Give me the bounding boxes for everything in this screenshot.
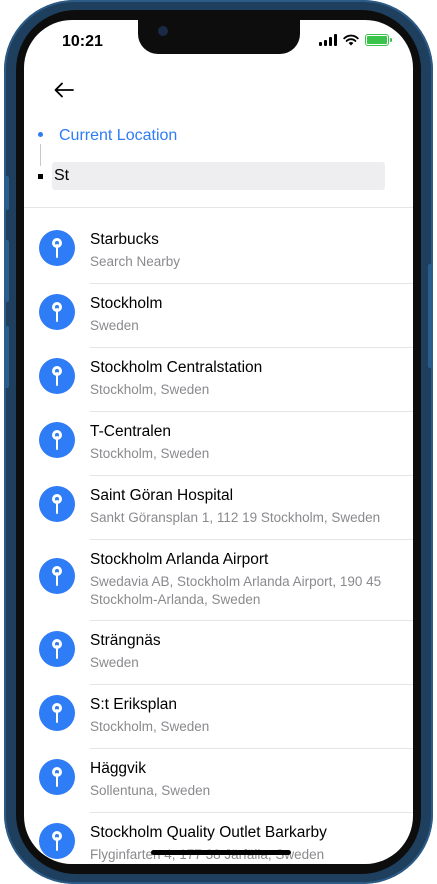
screen: 10:21 Current Location Starbucks S — [24, 20, 413, 864]
volume-up-button — [4, 240, 9, 302]
power-button — [428, 264, 433, 368]
front-camera — [158, 26, 168, 36]
location-pin-icon — [39, 695, 75, 731]
result-title: Stockholm — [90, 295, 163, 312]
result-subtitle: Sweden — [90, 318, 139, 333]
result-item-st-eriksplan[interactable]: S:t Eriksplan Stockholm, Sweden — [24, 685, 413, 749]
volume-down-button — [4, 326, 9, 388]
result-subtitle: Stockholm, Sweden — [90, 446, 210, 461]
location-pin-icon — [39, 230, 75, 266]
status-time: 10:21 — [62, 33, 103, 50]
result-subtitle: Swedavia AB, Stockholm Arlanda Airport, … — [90, 574, 382, 607]
origin-dot — [38, 132, 43, 137]
status-icons — [319, 34, 392, 46]
signal-icon — [319, 34, 337, 46]
result-title: Starbucks — [90, 231, 159, 248]
location-pin-icon — [39, 486, 75, 522]
result-title: Häggvik — [90, 760, 146, 777]
header-divider — [24, 207, 413, 208]
result-title: Stockholm Centralstation — [90, 359, 263, 376]
location-pin-icon — [39, 558, 75, 594]
result-title: Saint Göran Hospital — [90, 487, 234, 504]
location-pin-icon — [39, 422, 75, 458]
result-item-t-centralen[interactable]: T-Centralen Stockholm, Sweden — [24, 412, 413, 476]
result-item-quality-outlet-barkarby[interactable]: Stockholm Quality Outlet Barkarby Flygin… — [24, 813, 413, 864]
arrow-left-icon — [54, 82, 74, 98]
location-pin-icon — [39, 759, 75, 795]
location-pin-icon — [39, 823, 75, 859]
silent-switch — [4, 176, 9, 210]
result-subtitle: Stockholm, Sweden — [90, 719, 210, 734]
result-title: S:t Eriksplan — [90, 696, 178, 713]
result-title: Stockholm Quality Outlet Barkarby — [90, 824, 327, 841]
result-item-stockholm[interactable]: Stockholm Sweden — [24, 284, 413, 348]
battery-icon — [365, 34, 392, 46]
result-item-saint-goran-hospital[interactable]: Saint Göran Hospital Sankt Göransplan 1,… — [24, 476, 413, 540]
back-button[interactable] — [52, 78, 76, 102]
result-title: T-Centralen — [90, 423, 171, 440]
result-item-haggvik[interactable]: Häggvik Sollentuna, Sweden — [24, 749, 413, 813]
result-title: Stockholm Arlanda Airport — [90, 551, 269, 568]
result-title: Strängnäs — [90, 632, 161, 649]
result-subtitle: Sweden — [90, 655, 139, 670]
result-item-arlanda-airport[interactable]: Stockholm Arlanda Airport Swedavia AB, S… — [24, 540, 413, 621]
location-pin-icon — [39, 294, 75, 330]
home-indicator[interactable] — [151, 850, 291, 855]
result-subtitle: Stockholm, Sweden — [90, 382, 210, 397]
route-connector — [40, 144, 41, 166]
result-subtitle: Flyginfarten 4, 177 38 Järfälla, Sweden — [90, 847, 325, 862]
location-pin-icon — [39, 358, 75, 394]
wifi-icon — [343, 34, 359, 46]
destination-search-input[interactable] — [52, 162, 385, 190]
result-subtitle: Sollentuna, Sweden — [90, 783, 211, 798]
origin-field[interactable]: Current Location — [59, 127, 177, 145]
search-results-list: Starbucks Search Nearby Stockholm Sweden… — [24, 220, 413, 864]
result-item-starbucks[interactable]: Starbucks Search Nearby — [24, 220, 413, 284]
destination-dot — [38, 174, 43, 179]
result-item-stockholm-centralstation[interactable]: Stockholm Centralstation Stockholm, Swed… — [24, 348, 413, 412]
result-subtitle: Sankt Göransplan 1, 112 19 Stockholm, Sw… — [90, 510, 381, 525]
location-pin-icon — [39, 631, 75, 667]
result-item-strangnas[interactable]: Strängnäs Sweden — [24, 621, 413, 685]
result-subtitle: Search Nearby — [90, 254, 181, 269]
